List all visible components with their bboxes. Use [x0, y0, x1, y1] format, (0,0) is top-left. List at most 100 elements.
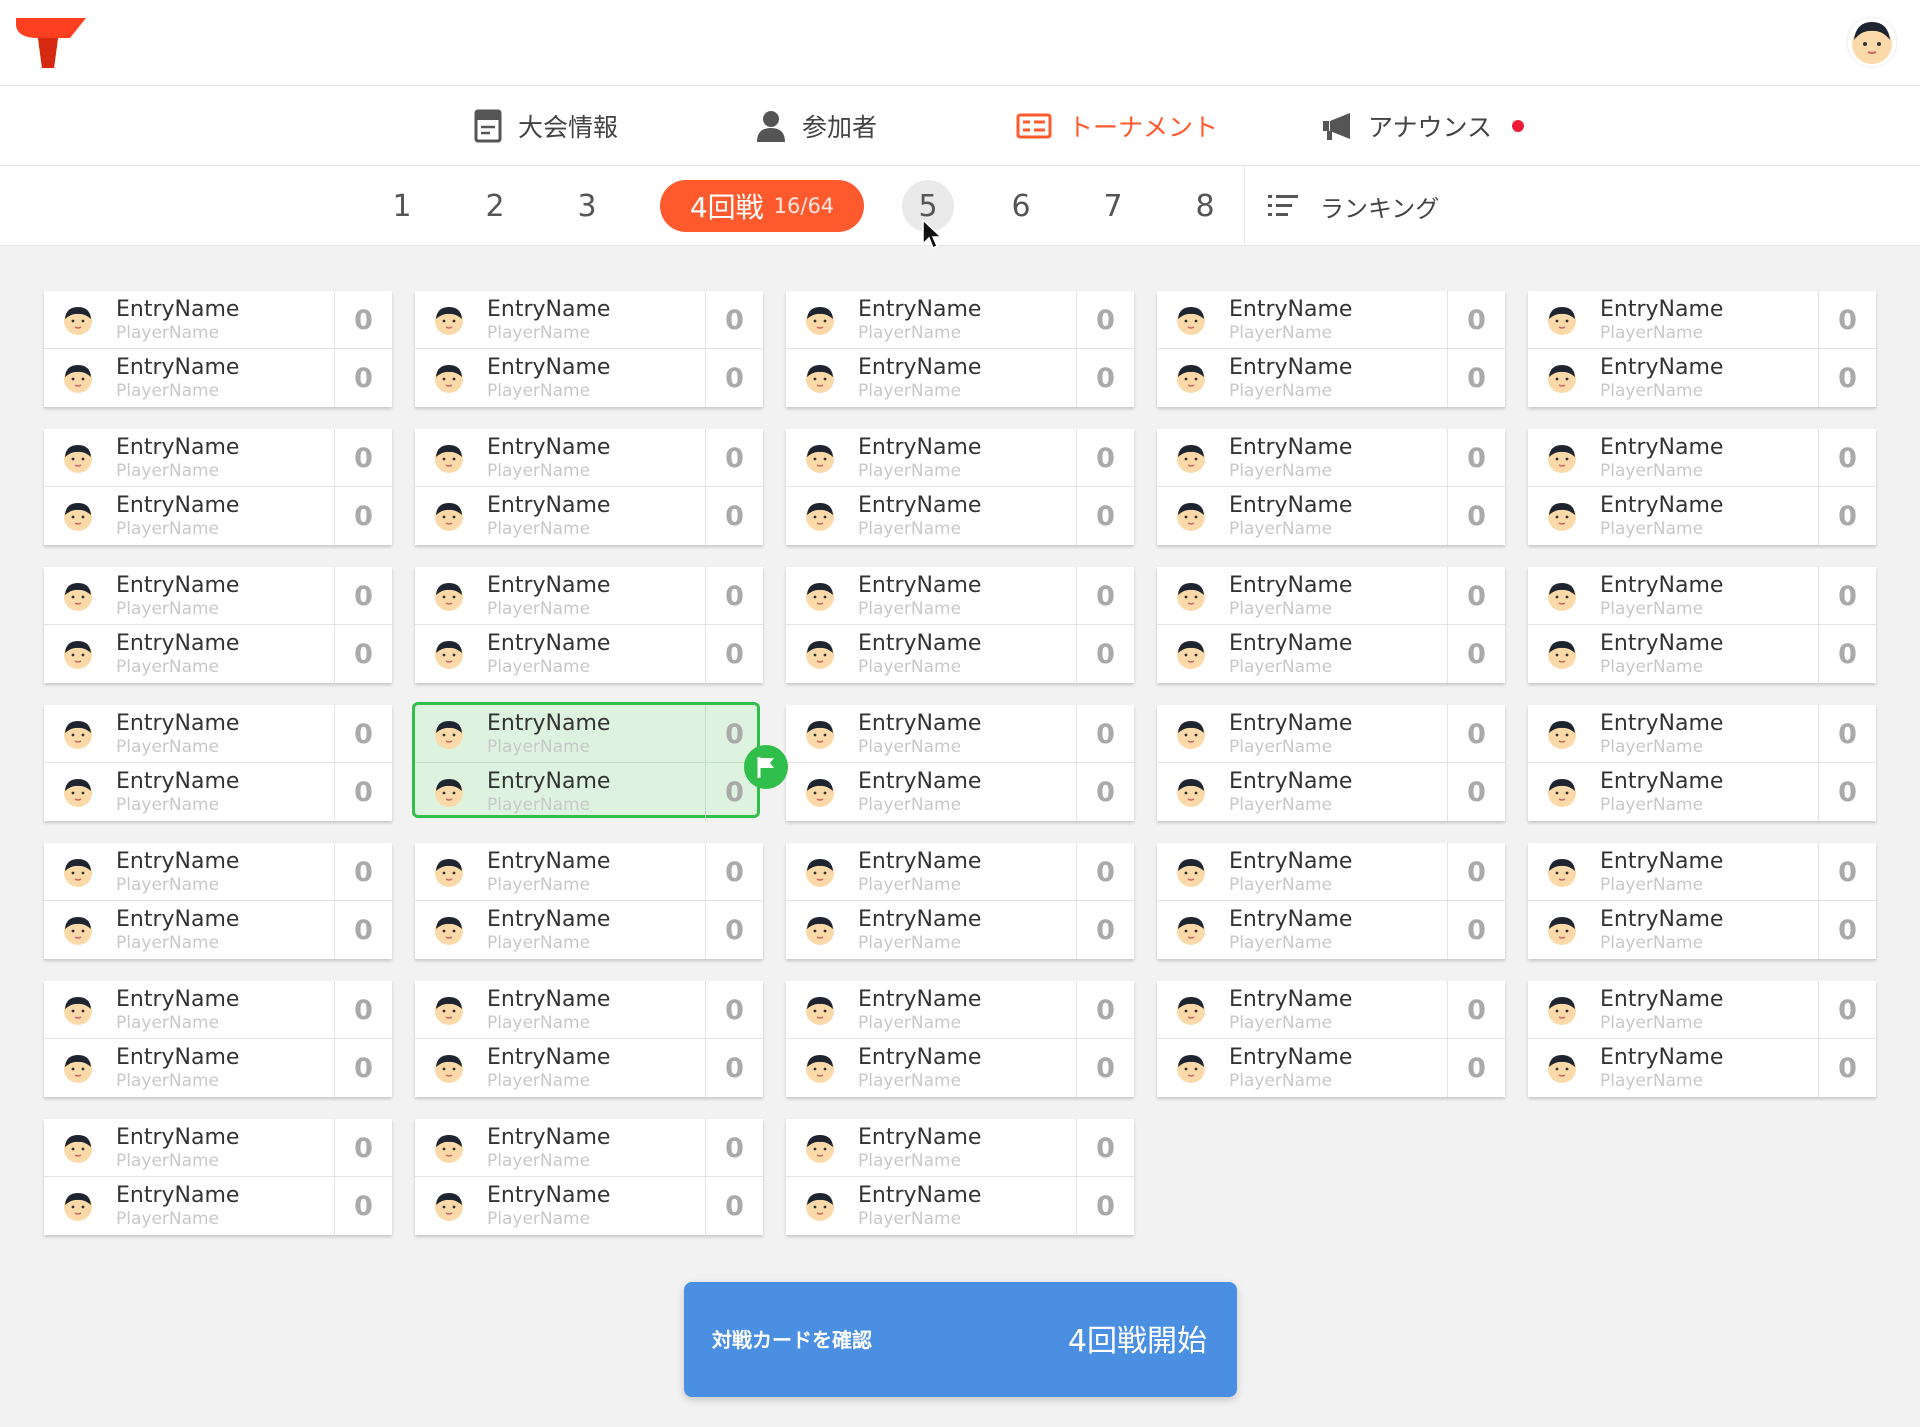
match-card[interactable]: EntryName PlayerName 0 EntryName PlayerN…: [1528, 843, 1876, 959]
match-card[interactable]: EntryName PlayerName 0 EntryName PlayerN…: [44, 705, 392, 821]
match-slot[interactable]: EntryName PlayerName 0: [1528, 625, 1876, 683]
match-slot[interactable]: EntryName PlayerName 0: [44, 901, 392, 959]
match-card[interactable]: EntryName PlayerName 0 EntryName PlayerN…: [415, 843, 763, 959]
match-slot[interactable]: EntryName PlayerName 0: [786, 901, 1134, 959]
match-slot[interactable]: EntryName PlayerName 0: [415, 1039, 763, 1097]
match-slot[interactable]: EntryName PlayerName 0: [786, 567, 1134, 625]
match-slot[interactable]: EntryName PlayerName 0: [1157, 291, 1505, 349]
match-slot[interactable]: EntryName PlayerName 0: [1528, 429, 1876, 487]
match-slot[interactable]: EntryName PlayerName 0: [1157, 843, 1505, 901]
match-card[interactable]: EntryName PlayerName 0 EntryName PlayerN…: [786, 567, 1134, 683]
match-slot[interactable]: EntryName PlayerName 0: [786, 429, 1134, 487]
match-card[interactable]: EntryName PlayerName 0 EntryName PlayerN…: [44, 1119, 392, 1235]
match-card[interactable]: EntryName PlayerName 0 EntryName PlayerN…: [1528, 567, 1876, 683]
match-card[interactable]: EntryName PlayerName 0 EntryName PlayerN…: [415, 1119, 763, 1235]
user-avatar[interactable]: [1846, 16, 1898, 68]
match-slot[interactable]: EntryName PlayerName 0: [44, 843, 392, 901]
match-slot[interactable]: EntryName PlayerName 0: [415, 567, 763, 625]
round-tab-8[interactable]: 8: [1180, 180, 1230, 232]
match-card[interactable]: EntryName PlayerName 0 EntryName PlayerN…: [786, 429, 1134, 545]
round-tab-3[interactable]: 3: [562, 180, 612, 232]
match-slot[interactable]: EntryName PlayerName 0: [415, 487, 763, 545]
match-slot[interactable]: EntryName PlayerName 0: [1157, 349, 1505, 407]
match-slot[interactable]: EntryName PlayerName 0: [44, 981, 392, 1039]
match-slot[interactable]: EntryName PlayerName 0: [786, 981, 1134, 1039]
match-slot[interactable]: EntryName PlayerName 0: [415, 843, 763, 901]
match-slot[interactable]: EntryName PlayerName 0: [1157, 705, 1505, 763]
match-slot[interactable]: EntryName PlayerName 0: [1157, 625, 1505, 683]
match-slot[interactable]: EntryName PlayerName 0: [44, 349, 392, 407]
match-card[interactable]: EntryName PlayerName 0 EntryName PlayerN…: [44, 291, 392, 407]
match-card[interactable]: EntryName PlayerName 0 EntryName PlayerN…: [1157, 705, 1505, 821]
match-slot[interactable]: EntryName PlayerName 0: [1528, 487, 1876, 545]
flag-badge[interactable]: [744, 745, 788, 789]
match-slot[interactable]: EntryName PlayerName 0: [1528, 705, 1876, 763]
match-slot[interactable]: EntryName PlayerName 0: [1157, 1039, 1505, 1097]
match-slot[interactable]: EntryName PlayerName 0: [44, 763, 392, 821]
match-card[interactable]: EntryName PlayerName 0 EntryName PlayerN…: [786, 843, 1134, 959]
match-slot[interactable]: EntryName PlayerName 0: [786, 291, 1134, 349]
match-card[interactable]: EntryName PlayerName 0 EntryName PlayerN…: [786, 705, 1134, 821]
match-slot[interactable]: EntryName PlayerName 0: [44, 487, 392, 545]
match-slot[interactable]: EntryName PlayerName 0: [1157, 901, 1505, 959]
match-slot[interactable]: EntryName PlayerName 0: [415, 625, 763, 683]
tab-participants[interactable]: 参加者: [756, 86, 877, 166]
match-slot[interactable]: EntryName PlayerName 0: [786, 843, 1134, 901]
match-card[interactable]: EntryName PlayerName 0 EntryName PlayerN…: [44, 429, 392, 545]
round-tab-7[interactable]: 7: [1088, 180, 1138, 232]
match-slot[interactable]: EntryName PlayerName 0: [786, 625, 1134, 683]
match-slot[interactable]: EntryName PlayerName 0: [415, 901, 763, 959]
match-slot[interactable]: EntryName PlayerName 0: [1157, 763, 1505, 821]
match-slot[interactable]: EntryName PlayerName 0: [786, 705, 1134, 763]
tab-tournament-info[interactable]: 大会情報: [474, 86, 618, 166]
start-round-button[interactable]: 対戦カードを確認 4回戦開始: [684, 1282, 1237, 1397]
round-tab-6[interactable]: 6: [996, 180, 1046, 232]
ranking-button[interactable]: ランキング: [1268, 180, 1439, 232]
match-slot[interactable]: EntryName PlayerName 0: [1157, 487, 1505, 545]
match-slot[interactable]: EntryName PlayerName 0: [44, 705, 392, 763]
match-slot[interactable]: EntryName PlayerName 0: [44, 625, 392, 683]
match-slot[interactable]: EntryName PlayerName 0: [1157, 981, 1505, 1039]
match-card[interactable]: EntryName PlayerName 0 EntryName PlayerN…: [1157, 429, 1505, 545]
match-slot[interactable]: EntryName PlayerName 0: [415, 429, 763, 487]
match-slot[interactable]: EntryName PlayerName 0: [1528, 981, 1876, 1039]
match-slot[interactable]: EntryName PlayerName 0: [415, 981, 763, 1039]
match-slot[interactable]: EntryName PlayerName 0: [415, 1177, 763, 1235]
match-card[interactable]: EntryName PlayerName 0 EntryName PlayerN…: [44, 567, 392, 683]
match-slot[interactable]: EntryName PlayerName 0: [44, 567, 392, 625]
match-slot[interactable]: EntryName PlayerName 0: [415, 349, 763, 407]
match-slot[interactable]: EntryName PlayerName 0: [1528, 1039, 1876, 1097]
match-slot[interactable]: EntryName PlayerName 0: [786, 349, 1134, 407]
match-card[interactable]: EntryName PlayerName 0 EntryName PlayerN…: [786, 1119, 1134, 1235]
match-card[interactable]: EntryName PlayerName 0 EntryName PlayerN…: [1157, 843, 1505, 959]
match-slot[interactable]: EntryName PlayerName 0: [1157, 567, 1505, 625]
round-tab-2[interactable]: 2: [470, 180, 520, 232]
match-slot[interactable]: EntryName PlayerName 0: [786, 1039, 1134, 1097]
match-card[interactable]: EntryName PlayerName 0 EntryName PlayerN…: [1157, 981, 1505, 1097]
match-slot[interactable]: EntryName PlayerName 0: [44, 1119, 392, 1177]
round-tab-4-active[interactable]: 4回戦 16/64: [660, 180, 864, 232]
tab-tournament[interactable]: トーナメント: [1016, 86, 1218, 166]
match-slot[interactable]: EntryName PlayerName 0: [1528, 349, 1876, 407]
match-card[interactable]: EntryName PlayerName 0 EntryName PlayerN…: [1528, 429, 1876, 545]
match-slot[interactable]: EntryName PlayerName 0: [1528, 763, 1876, 821]
match-slot[interactable]: EntryName PlayerName 0: [1157, 429, 1505, 487]
tab-announce[interactable]: アナウンス: [1322, 86, 1525, 166]
match-card[interactable]: EntryName PlayerName 0 EntryName PlayerN…: [1528, 981, 1876, 1097]
match-slot[interactable]: EntryName PlayerName 0: [415, 1119, 763, 1177]
app-logo[interactable]: [14, 16, 88, 68]
match-slot[interactable]: EntryName PlayerName 0: [786, 487, 1134, 545]
match-slot[interactable]: EntryName PlayerName 0: [44, 1039, 392, 1097]
round-tab-1[interactable]: 1: [377, 180, 427, 232]
match-card[interactable]: EntryName PlayerName 0 EntryName PlayerN…: [415, 567, 763, 683]
match-card[interactable]: EntryName PlayerName 0 EntryName PlayerN…: [1157, 567, 1505, 683]
match-card[interactable]: EntryName PlayerName 0 EntryName PlayerN…: [44, 981, 392, 1097]
match-card[interactable]: EntryName PlayerName 0 EntryName PlayerN…: [415, 291, 763, 407]
match-slot[interactable]: EntryName PlayerName 0: [1528, 843, 1876, 901]
match-slot[interactable]: EntryName PlayerName 0: [44, 429, 392, 487]
match-card[interactable]: EntryName PlayerName 0 EntryName PlayerN…: [1157, 291, 1505, 407]
match-card[interactable]: EntryName PlayerName 0 EntryName PlayerN…: [1528, 291, 1876, 407]
match-slot[interactable]: EntryName PlayerName 0: [415, 291, 763, 349]
match-slot[interactable]: EntryName PlayerName 0: [786, 1119, 1134, 1177]
match-slot[interactable]: EntryName PlayerName 0: [44, 291, 392, 349]
